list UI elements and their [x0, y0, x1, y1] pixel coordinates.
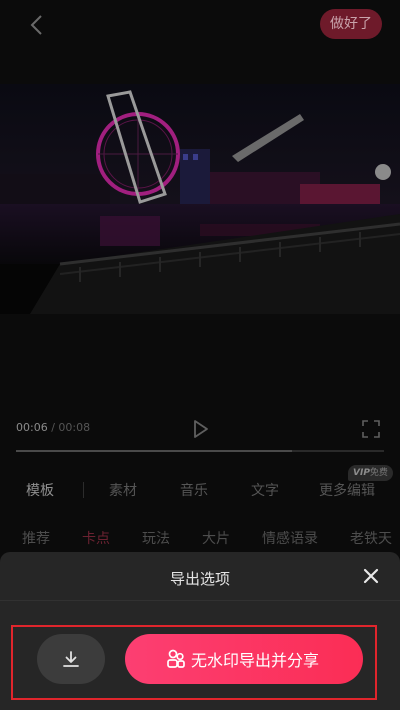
- tab-divider: [83, 482, 84, 498]
- tab-material[interactable]: 素材: [109, 480, 137, 500]
- tab-text[interactable]: 文字: [251, 480, 279, 500]
- sheet-title: 导出选项: [169, 570, 230, 588]
- download-button[interactable]: [37, 634, 105, 684]
- vip-free-label: 免费: [369, 468, 388, 478]
- category-recommend[interactable]: 推荐: [22, 528, 50, 548]
- category-laotie[interactable]: 老铁天: [350, 528, 392, 548]
- tab-template[interactable]: 模板: [26, 480, 54, 500]
- template-categories: 推荐 卡点 玩法 大片 情感语录 老铁天: [0, 522, 400, 552]
- done-button[interactable]: 做好了: [320, 9, 382, 39]
- play-icon[interactable]: [189, 418, 211, 440]
- category-beat[interactable]: 卡点: [82, 528, 110, 548]
- top-bar: 做好了: [0, 0, 400, 52]
- video-preview[interactable]: [0, 84, 400, 314]
- edit-tabs: 模板 素材 音乐 文字 更多编辑 VIP免费: [0, 465, 400, 510]
- duration: 00:08: [58, 421, 91, 434]
- share-button-label: 无水印导出并分享: [191, 651, 320, 670]
- export-no-watermark-share-button[interactable]: 无水印导出并分享: [125, 634, 363, 684]
- category-gameplay[interactable]: 玩法: [142, 528, 170, 548]
- progress-bar[interactable]: [16, 450, 384, 452]
- close-icon[interactable]: [362, 567, 380, 585]
- current-time: 00:06: [16, 421, 48, 434]
- category-quotes[interactable]: 情感语录: [262, 528, 318, 548]
- tab-more-edit[interactable]: 更多编辑: [319, 480, 375, 500]
- vip-label: VIP: [353, 468, 370, 478]
- export-options-sheet: 导出选项 无水印导出并分享: [0, 552, 400, 710]
- time-separator: /: [47, 421, 59, 434]
- tab-music[interactable]: 音乐: [180, 480, 208, 500]
- category-blockbuster[interactable]: 大片: [202, 528, 230, 548]
- vip-free-badge: VIP免费: [348, 465, 393, 481]
- back-arrow-icon[interactable]: [22, 10, 52, 40]
- share-people-icon: [165, 648, 187, 670]
- progress-fill: [16, 450, 292, 452]
- player-controls: 00:06 / 00:08: [0, 412, 400, 452]
- download-icon: [63, 651, 79, 667]
- time-display: 00:06 / 00:08: [16, 421, 90, 434]
- fullscreen-icon[interactable]: [362, 420, 380, 438]
- sheet-divider: [0, 600, 400, 601]
